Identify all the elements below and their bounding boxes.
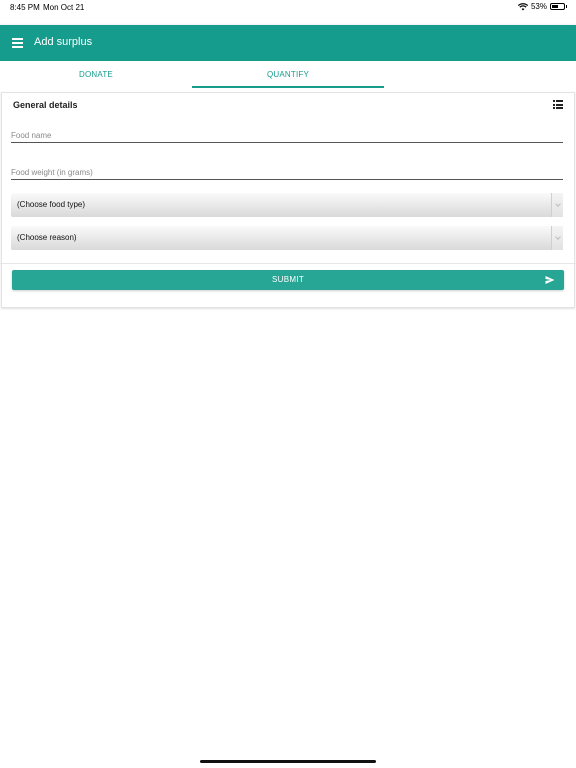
wifi-icon (517, 2, 528, 10)
app-bar: Add surplus (0, 25, 576, 61)
food-name-input[interactable] (11, 127, 563, 144)
list-icon[interactable] (553, 100, 563, 109)
status-bar: 8:45 PM Mon Oct 21 53% (0, 0, 576, 25)
home-indicator (200, 760, 376, 763)
food-type-value: (Choose food type) (17, 200, 86, 209)
food-weight-input[interactable] (11, 164, 563, 181)
battery-cap (566, 5, 567, 8)
tab-quantify[interactable]: QUANTIFY (192, 61, 384, 88)
submit-button[interactable]: SUBMIT (12, 270, 564, 290)
card-title: General details (13, 100, 78, 110)
food-weight-field[interactable] (11, 162, 563, 181)
food-name-field[interactable] (11, 125, 563, 144)
menu-icon[interactable] (12, 38, 23, 48)
send-icon (545, 276, 555, 284)
page-title: Add surplus (34, 36, 93, 48)
tab-indicator (192, 86, 384, 88)
battery-icon (550, 3, 565, 10)
food-type-select[interactable]: (Choose food type) (11, 193, 563, 217)
divider (0, 263, 576, 264)
chevron-down-icon (551, 226, 563, 250)
status-time: 8:45 PM (10, 3, 40, 12)
battery-fill (552, 5, 558, 8)
tab-donate[interactable]: DONATE (0, 61, 192, 88)
status-indicators: 53% (517, 2, 567, 11)
submit-label: SUBMIT (271, 275, 305, 284)
chevron-down-icon (551, 193, 563, 217)
status-date: Mon Oct 21 (43, 3, 85, 12)
reason-select[interactable]: (Choose reason) (11, 226, 563, 250)
battery-percent: 53% (530, 2, 547, 11)
tab-bar: DONATE QUANTIFY (0, 61, 576, 88)
reason-value: (Choose reason) (17, 233, 77, 242)
